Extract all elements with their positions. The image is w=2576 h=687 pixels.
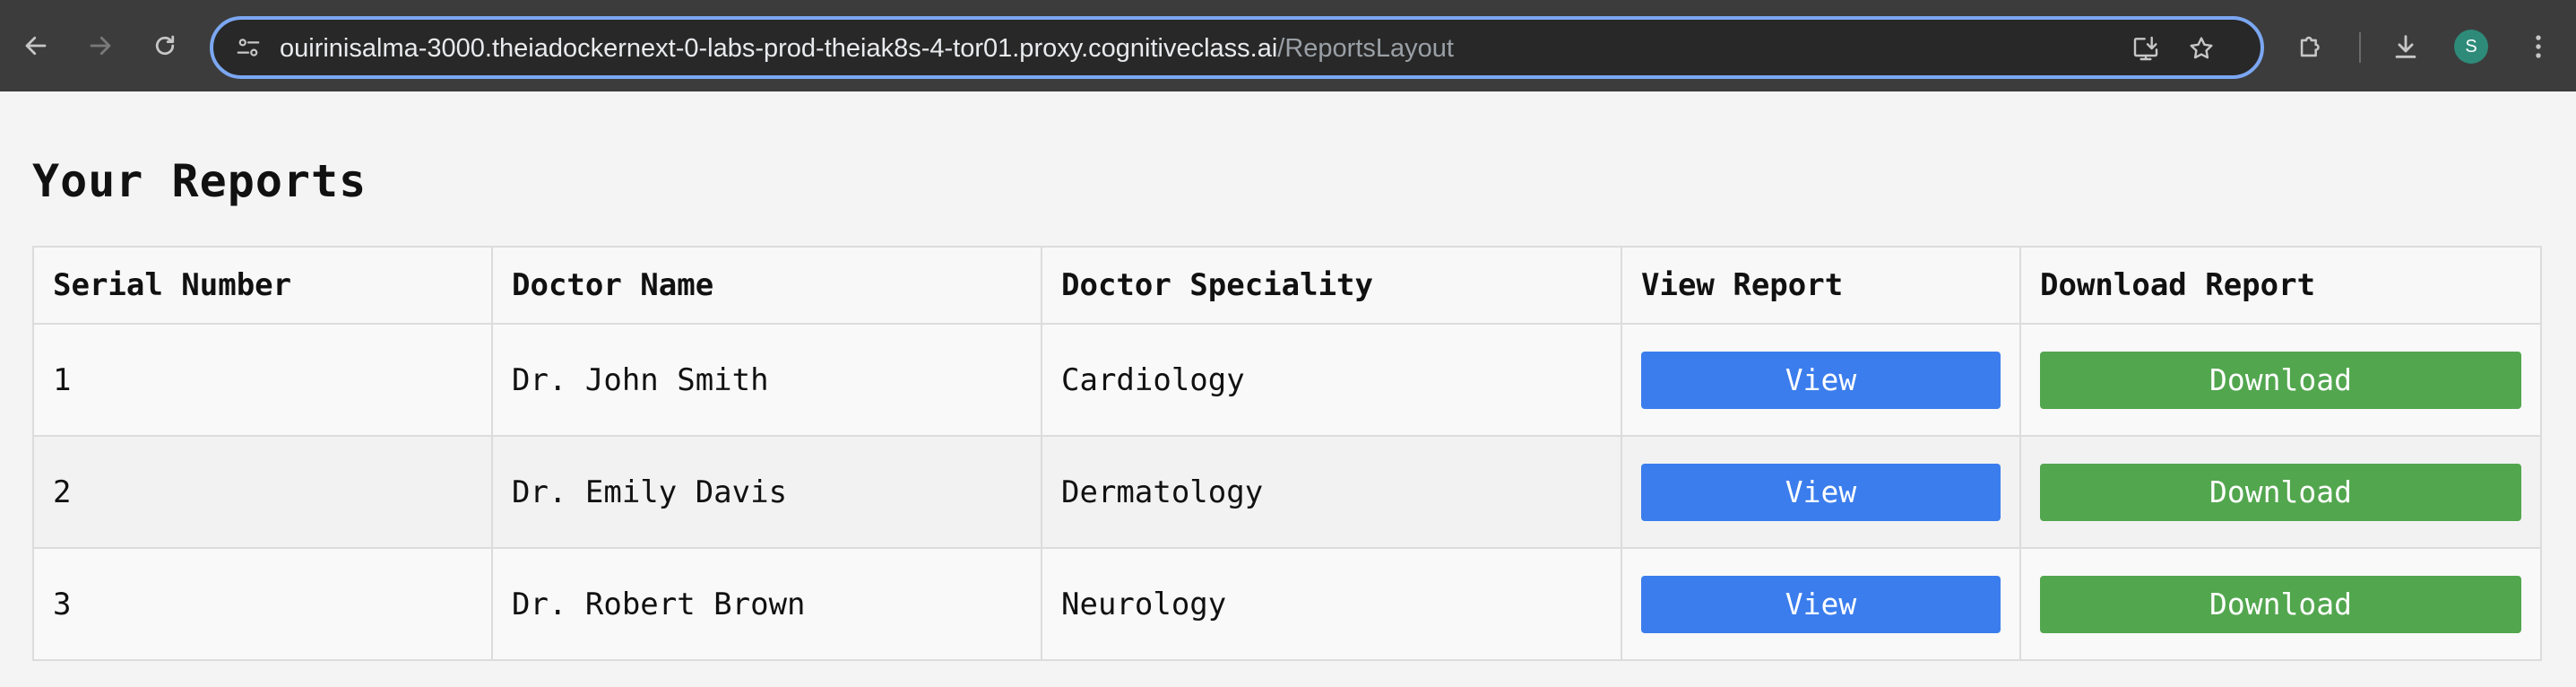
url-text[interactable]: ouirinisalma-3000.theiadockernext-0-labs… xyxy=(280,35,1454,62)
tune-icon xyxy=(237,39,260,57)
toolbar-divider xyxy=(2359,32,2361,63)
download-icon xyxy=(2395,35,2416,58)
speciality-cell: Dermatology xyxy=(1041,435,1622,549)
forward-button[interactable] xyxy=(79,24,122,67)
view-cell: View xyxy=(1621,435,2021,549)
download-cell: Download xyxy=(2019,435,2542,549)
doctor-name-cell: Dr. Emily Davis xyxy=(491,435,1042,549)
profile-avatar[interactable]: S xyxy=(2454,30,2488,64)
speciality-cell: Cardiology xyxy=(1041,323,1622,437)
download-report-button[interactable]: Download xyxy=(2040,575,2521,633)
serial-number-cell: 1 xyxy=(32,323,493,437)
header-view-report: View Report xyxy=(1621,246,2021,325)
page-title: Your Reports xyxy=(32,155,367,207)
browser-toolbar: ouirinisalma-3000.theiadockernext-0-labs… xyxy=(0,0,2576,91)
header-serial-number: Serial Number xyxy=(32,246,493,325)
downloads-button[interactable] xyxy=(2386,27,2425,66)
table-header-row: Serial Number Doctor Name Doctor Special… xyxy=(32,246,2542,325)
download-report-button[interactable]: Download xyxy=(2040,463,2521,521)
url-host: ouirinisalma-3000.theiadockernext-0-labs… xyxy=(280,34,1278,63)
speciality-cell: Neurology xyxy=(1041,547,1622,661)
header-download-report: Download Report xyxy=(2019,246,2542,325)
page-content: Your Reports Serial Number Doctor Name D… xyxy=(0,91,2576,687)
download-cell: Download xyxy=(2019,323,2542,437)
header-doctor-name: Doctor Name xyxy=(491,246,1042,325)
reload-button[interactable] xyxy=(143,24,186,67)
url-path: /ReportsLayout xyxy=(1277,34,1454,63)
table-row: 2 Dr. Emily Davis Dermatology View Downl… xyxy=(32,435,2542,549)
view-report-button[interactable]: View xyxy=(1641,463,2001,521)
reload-icon xyxy=(155,35,175,56)
doctor-name-cell: Dr. John Smith xyxy=(491,323,1042,437)
bookmark-button[interactable] xyxy=(2183,30,2219,66)
extensions-button[interactable] xyxy=(2291,27,2330,66)
browser-menu-button[interactable] xyxy=(2519,27,2558,66)
table-row: 3 Dr. Robert Brown Neurology View Downlo… xyxy=(32,547,2542,661)
arrow-right-icon xyxy=(90,36,111,56)
view-report-button[interactable]: View xyxy=(1641,575,2001,633)
install-app-button[interactable] xyxy=(2128,30,2164,66)
reports-table: Serial Number Doctor Name Doctor Special… xyxy=(32,246,2542,661)
header-doctor-speciality: Doctor Speciality xyxy=(1041,246,1622,325)
download-cell: Download xyxy=(2019,547,2542,661)
doctor-name-cell: Dr. Robert Brown xyxy=(491,547,1042,661)
star-icon xyxy=(2190,37,2213,59)
puzzle-icon xyxy=(2300,36,2320,57)
table-row: 1 Dr. John Smith Cardiology View Downloa… xyxy=(32,323,2542,437)
arrow-left-icon xyxy=(25,36,47,56)
view-report-button[interactable]: View xyxy=(1641,351,2001,409)
view-cell: View xyxy=(1621,547,2021,661)
kebab-menu-icon xyxy=(2536,35,2541,58)
serial-number-cell: 3 xyxy=(32,547,493,661)
install-app-icon xyxy=(2133,36,2158,61)
address-bar[interactable]: ouirinisalma-3000.theiadockernext-0-labs… xyxy=(210,16,2264,79)
view-cell: View xyxy=(1621,323,2021,437)
back-button[interactable] xyxy=(14,24,57,67)
serial-number-cell: 2 xyxy=(32,435,493,549)
download-report-button[interactable]: Download xyxy=(2040,351,2521,409)
site-info-button[interactable] xyxy=(233,32,264,63)
